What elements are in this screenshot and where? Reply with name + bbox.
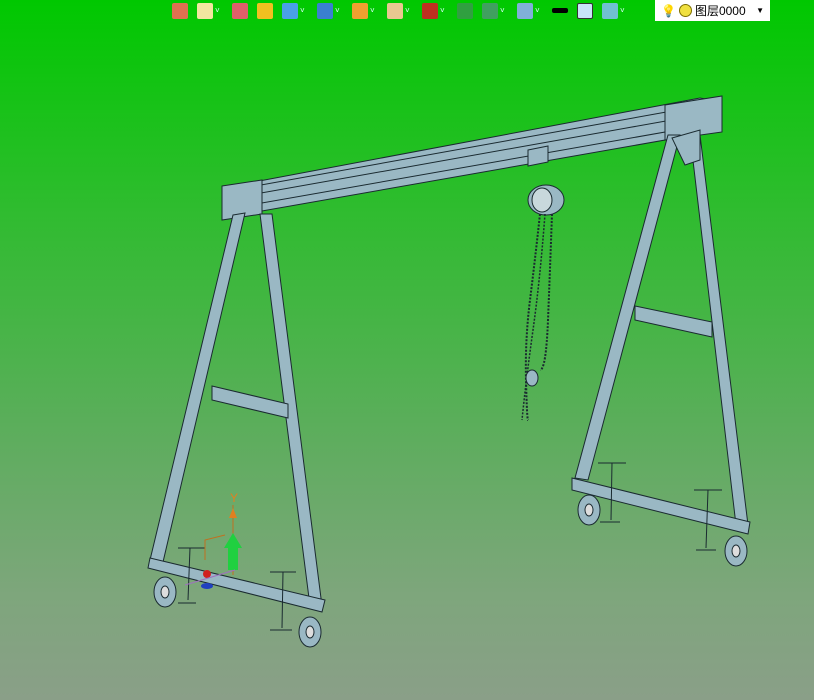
axis-y-label: Y (230, 491, 238, 505)
line-color-icon (552, 8, 568, 13)
pencil-button[interactable] (232, 1, 248, 21)
view-toolbar: ˅ ˅ ˅ ˅ ˅ ˅ ˅ ˅ ˅ (172, 0, 634, 21)
exit-icon (172, 2, 188, 19)
zoom-icon (387, 2, 403, 19)
light-icon (197, 2, 213, 19)
chevron-down-icon[interactable]: ˅ (535, 6, 543, 15)
chevron-down-icon[interactable]: ▼ (756, 6, 764, 15)
line-color-button[interactable] (552, 1, 568, 21)
zoom-button[interactable]: ˅ (387, 1, 413, 21)
layer-stack-icon (602, 2, 618, 19)
render-button[interactable]: ˅ (352, 1, 378, 21)
right-crossbar (634, 305, 713, 338)
fill-color-icon (577, 2, 593, 19)
layer-color-icon[interactable] (678, 4, 692, 17)
wheels (153, 494, 748, 648)
chevron-down-icon[interactable]: ˅ (300, 6, 308, 15)
light-button[interactable]: ˅ (197, 1, 223, 21)
chevron-down-icon[interactable]: ˅ (370, 6, 378, 15)
fit-button[interactable] (457, 1, 473, 21)
exit-button[interactable] (172, 1, 188, 21)
display-button[interactable]: ˅ (517, 1, 543, 21)
gantry-crane-model (147, 95, 751, 648)
origin-button[interactable]: ˅ (422, 1, 448, 21)
fill-color-button[interactable] (577, 1, 593, 21)
layer-selector[interactable]: 💡 图层0000 ▼ (655, 0, 770, 21)
chevron-down-icon[interactable]: ˅ (440, 6, 448, 15)
chevron-down-icon[interactable]: ˅ (405, 6, 413, 15)
right-leg-front (574, 134, 681, 481)
chevron-down-icon[interactable]: ˅ (215, 6, 223, 15)
pencil-icon (232, 2, 248, 19)
beam-top (221, 97, 723, 193)
chevron-down-icon[interactable]: ˅ (620, 6, 628, 15)
render-icon (352, 2, 368, 19)
view-icon (317, 2, 333, 19)
origin-icon (422, 2, 438, 19)
lightbulb-icon[interactable]: 💡 (661, 4, 676, 18)
fit-icon (457, 2, 473, 19)
cad-viewport[interactable]: Y (0, 0, 814, 700)
left-crossbar (211, 385, 289, 419)
left-leg-front (149, 212, 246, 563)
beam-front (221, 101, 723, 219)
box-face-icon (257, 2, 273, 19)
chevron-down-icon[interactable]: ˅ (500, 6, 508, 15)
chevron-down-icon[interactable]: ˅ (335, 6, 343, 15)
section-button[interactable]: ˅ (482, 1, 508, 21)
section-icon (482, 2, 498, 19)
cube-icon (282, 2, 298, 19)
view-button[interactable]: ˅ (317, 1, 343, 21)
layer-stack-button[interactable]: ˅ (602, 1, 628, 21)
chain-hoist (521, 145, 565, 421)
display-icon (517, 2, 533, 19)
box-face-button[interactable] (257, 1, 273, 21)
cube-button[interactable]: ˅ (282, 1, 308, 21)
layer-name: 图层0000 (694, 4, 746, 18)
